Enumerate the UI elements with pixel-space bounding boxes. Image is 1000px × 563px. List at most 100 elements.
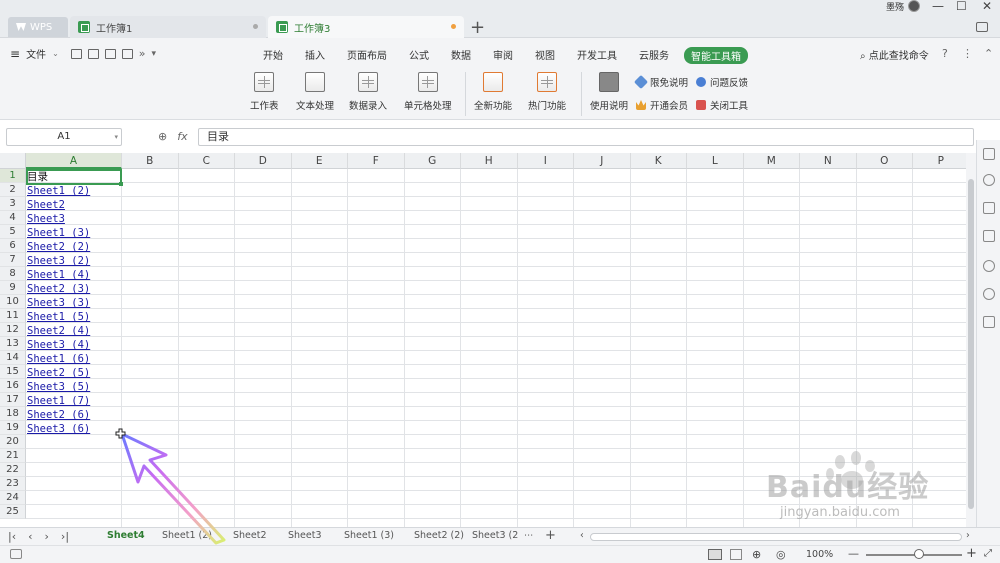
column-header-j[interactable]: J	[574, 153, 631, 169]
hamburger-icon[interactable]: ≡	[10, 47, 20, 61]
chevron-down-icon[interactable]: ⌄	[52, 49, 59, 58]
zoom-in-icon[interactable]: +	[966, 546, 977, 561]
status-doc-icon[interactable]	[10, 549, 22, 559]
tab-insert[interactable]: 插入	[294, 47, 336, 64]
history-icon[interactable]	[983, 260, 995, 272]
zoom-out-icon[interactable]: —	[848, 547, 859, 560]
zoom-level[interactable]: 100%	[806, 549, 833, 560]
column-header-d[interactable]: D	[235, 153, 292, 169]
hyperlink-cell[interactable]: Sheet1 (3)	[27, 226, 90, 240]
chevron-down-icon[interactable]: ▾	[114, 129, 118, 145]
sheet-tab[interactable]: Sheet1 (2)	[162, 530, 212, 541]
row-header-16[interactable]: 16	[0, 379, 26, 393]
hyperlink-cell[interactable]: Sheet2 (3)	[27, 282, 90, 296]
tab-smart-toolbox[interactable]: 智能工具箱	[684, 47, 748, 64]
row-header-12[interactable]: 12	[0, 323, 26, 337]
hot-features-button[interactable]: 热门功能	[528, 72, 566, 112]
next-sheet-icon[interactable]: ›	[45, 530, 49, 543]
column-header-b[interactable]: B	[122, 153, 179, 169]
tab-workbook1[interactable]: 工作簿1	[70, 16, 266, 38]
zoom-formula-icon[interactable]: ⊕	[158, 130, 167, 143]
tab-review[interactable]: 审阅	[482, 47, 524, 64]
first-sheet-icon[interactable]: |‹	[8, 530, 16, 543]
tab-home[interactable]: 开始	[252, 47, 294, 64]
tab-developer[interactable]: 开发工具	[566, 47, 628, 64]
row-header-20[interactable]: 20	[0, 435, 26, 449]
column-header-e[interactable]: E	[291, 153, 348, 169]
zoom-slider-handle[interactable]	[914, 549, 924, 559]
maximize-icon[interactable]: ☐	[956, 0, 967, 13]
column-header-l[interactable]: L	[687, 153, 744, 169]
column-header-g[interactable]: G	[404, 153, 461, 169]
select-icon[interactable]	[983, 148, 995, 160]
hyperlink-cell[interactable]: Sheet1 (7)	[27, 394, 90, 408]
hyperlink-cell[interactable]: Sheet3 (2)	[27, 254, 90, 268]
row-header-22[interactable]: 22	[0, 463, 26, 477]
file-menu[interactable]: 文件	[26, 46, 46, 61]
hyperlink-cell[interactable]: Sheet1 (6)	[27, 352, 90, 366]
customize-icon[interactable]: ▾	[152, 49, 157, 59]
collapse-ribbon-icon[interactable]: ⌃	[984, 47, 993, 60]
column-header-h[interactable]: H	[461, 153, 518, 169]
hyperlink-cell[interactable]: Sheet1 (5)	[27, 310, 90, 324]
print-preview-icon[interactable]	[121, 48, 133, 59]
tab-data[interactable]: 数据	[440, 47, 482, 64]
shapes-icon[interactable]	[983, 174, 995, 186]
vip-button[interactable]: 开通会员	[636, 98, 688, 112]
row-header-4[interactable]: 4	[0, 211, 26, 225]
sheet-tab[interactable]: Sheet2	[233, 530, 267, 541]
column-header-n[interactable]: N	[800, 153, 857, 169]
tab-workbook3[interactable]: 工作簿3	[268, 16, 464, 38]
column-header-c[interactable]: C	[178, 153, 235, 169]
vertical-scrollbar[interactable]	[966, 153, 976, 527]
more-icon[interactable]: »	[139, 47, 146, 60]
more-options-icon[interactable]: ⋮	[962, 47, 973, 60]
side-panel-toggle-icon[interactable]	[976, 22, 988, 32]
data-entry-button[interactable]: 数据录入	[349, 72, 387, 112]
horizontal-scrollbar[interactable]	[590, 533, 962, 541]
column-header-i[interactable]: I	[517, 153, 574, 169]
transfer-icon[interactable]	[983, 230, 995, 242]
last-sheet-icon[interactable]: ›|	[61, 530, 69, 543]
text-process-button[interactable]: 文本处理	[296, 72, 334, 112]
column-header-o[interactable]: O	[856, 153, 913, 169]
name-box[interactable]: A1 ▾	[6, 128, 122, 146]
tab-wps-home[interactable]: WPS	[8, 17, 68, 37]
column-header-f[interactable]: F	[348, 153, 405, 169]
hyperlink-cell[interactable]: Sheet1 (4)	[27, 268, 90, 282]
page-break-view-icon[interactable]	[730, 549, 742, 560]
tab-formulas[interactable]: 公式	[398, 47, 440, 64]
row-header-23[interactable]: 23	[0, 477, 26, 491]
hyperlink-cell[interactable]: Sheet2 (6)	[27, 408, 90, 422]
feedback-button[interactable]: 问题反馈	[696, 75, 748, 89]
fx-icon[interactable]: fx	[177, 130, 187, 143]
row-header-1[interactable]: 1	[0, 169, 26, 183]
select-all-corner[interactable]	[0, 153, 26, 169]
worksheet-button[interactable]: 工作表	[250, 72, 279, 112]
column-header-k[interactable]: K	[630, 153, 687, 169]
row-header-5[interactable]: 5	[0, 225, 26, 239]
minimize-icon[interactable]: —	[932, 0, 944, 13]
row-header-18[interactable]: 18	[0, 407, 26, 421]
row-header-21[interactable]: 21	[0, 449, 26, 463]
row-header-8[interactable]: 8	[0, 267, 26, 281]
hyperlink-cell[interactable]: Sheet3 (5)	[27, 380, 90, 394]
scroll-left-icon[interactable]: ‹	[580, 530, 584, 541]
hyperlink-cell[interactable]: Sheet3 (4)	[27, 338, 90, 352]
scroll-thumb[interactable]	[968, 179, 974, 509]
close-tools-button[interactable]: 关闭工具	[696, 98, 748, 112]
cell-process-button[interactable]: 单元格处理	[404, 72, 452, 112]
hyperlink-cell[interactable]: Sheet2	[27, 198, 65, 212]
save-icon[interactable]	[87, 48, 99, 59]
column-header-p[interactable]: P	[913, 153, 966, 169]
hyperlink-cell[interactable]: Sheet2 (4)	[27, 324, 90, 338]
column-header-a[interactable]: A	[26, 153, 122, 169]
row-header-7[interactable]: 7	[0, 253, 26, 267]
hyperlink-cell[interactable]: Sheet2 (2)	[27, 240, 90, 254]
apps-grid-icon[interactable]	[983, 316, 995, 328]
normal-view-icon[interactable]	[708, 549, 722, 560]
row-header-14[interactable]: 14	[0, 351, 26, 365]
row-header-3[interactable]: 3	[0, 197, 26, 211]
row-header-19[interactable]: 19	[0, 421, 26, 435]
hyperlink-cell[interactable]: Sheet2 (5)	[27, 366, 90, 380]
